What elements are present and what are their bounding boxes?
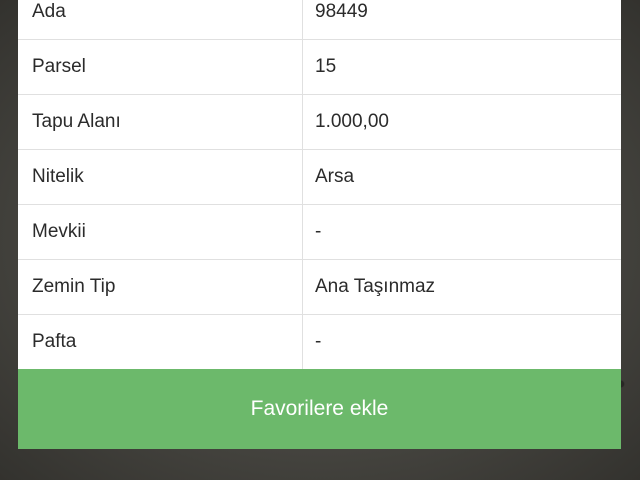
property-details-table: Ada 98449 Parsel 15 Tapu Alanı 1.000,00 … xyxy=(18,0,621,370)
table-row-mevkii: Mevkii - xyxy=(18,205,621,260)
table-row-parsel: Parsel 15 xyxy=(18,40,621,95)
table-row-pafta: Pafta - xyxy=(18,315,621,370)
table-row-zemin-tip: Zemin Tip Ana Taşınmaz xyxy=(18,260,621,315)
row-label: Tapu Alanı xyxy=(18,95,303,149)
row-value: - xyxy=(315,221,322,242)
row-value: - xyxy=(315,331,322,352)
table-row-tapu-alani: Tapu Alanı 1.000,00 xyxy=(18,95,621,150)
row-label: Nitelik xyxy=(18,150,303,204)
row-label: Zemin Tip xyxy=(18,260,303,314)
row-value: 15 xyxy=(315,56,337,77)
row-value: Arsa xyxy=(315,166,355,187)
row-label: Pafta xyxy=(18,315,303,369)
row-value: Ana Taşınmaz xyxy=(315,276,436,297)
table-row-nitelik: Nitelik Arsa xyxy=(18,150,621,205)
row-value: 98449 xyxy=(315,1,368,22)
add-to-favorites-button[interactable]: Favorilere ekle xyxy=(18,369,621,449)
row-label: Parsel xyxy=(18,40,303,94)
row-label: Ada xyxy=(18,0,303,39)
row-label: Mevkii xyxy=(18,205,303,259)
table-row-ada: Ada 98449 xyxy=(18,0,621,40)
row-value: 1.000,00 xyxy=(315,111,389,132)
